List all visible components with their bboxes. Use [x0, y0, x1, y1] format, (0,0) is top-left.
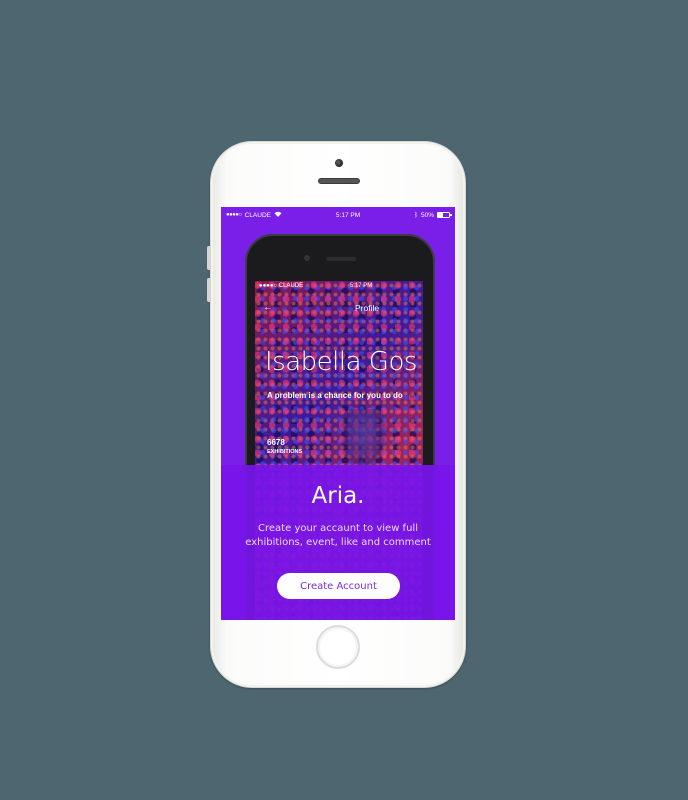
- battery-fill: [437, 213, 444, 217]
- inner-status-bar: ●●●●○ CLAUDE 5:17 PM: [259, 283, 419, 289]
- volume-up-button: [207, 246, 211, 270]
- battery-percent: 50%: [420, 211, 434, 219]
- status-time: 5:17 PM: [335, 211, 361, 219]
- profile-quote: A problem is a chance for you to do: [267, 391, 403, 400]
- wifi-icon: [274, 211, 282, 219]
- app-screen: ●●●●○ CLAUDE 5:17 PM ᛒ 50% ●●●●○ CLAUDE …: [221, 207, 455, 620]
- home-button[interactable]: [316, 625, 360, 669]
- status-bar: ●●●●○ CLAUDE 5:17 PM ᛒ 50%: [221, 207, 455, 223]
- create-account-button[interactable]: Create Account: [277, 573, 400, 599]
- artwork-figure: [341, 409, 387, 469]
- earpiece-speaker: [318, 178, 360, 184]
- profile-header-title: Profile: [355, 303, 380, 313]
- battery-icon: [436, 212, 452, 218]
- signup-tagline: Create your accaunt to view full exhibit…: [245, 523, 431, 548]
- carrier-name: CLAUDE: [244, 211, 271, 219]
- signup-overlay: Aria. Create your accaunt to view full e…: [221, 465, 455, 620]
- front-camera-icon: [335, 159, 343, 167]
- bluetooth-icon: ᛒ: [414, 211, 418, 219]
- inner-camera-icon: [304, 255, 310, 261]
- inner-carrier: ●●●●○ CLAUDE: [259, 283, 304, 289]
- exhibitions-count: 6678: [267, 438, 285, 447]
- exhibitions-label: EXHIBITIONS: [267, 449, 303, 455]
- volume-down-button: [207, 278, 211, 302]
- inner-speaker: [326, 257, 356, 261]
- inner-carrier-name: CLAUDE: [278, 283, 304, 289]
- signal-strength-icon: ●●●●○: [226, 212, 242, 218]
- inner-status-time: 5:17 PM: [349, 283, 373, 289]
- profile-name: Isabella Gos: [265, 347, 417, 377]
- brand-logo-text: Aria.: [311, 483, 365, 509]
- back-arrow-icon[interactable]: ←: [263, 302, 273, 313]
